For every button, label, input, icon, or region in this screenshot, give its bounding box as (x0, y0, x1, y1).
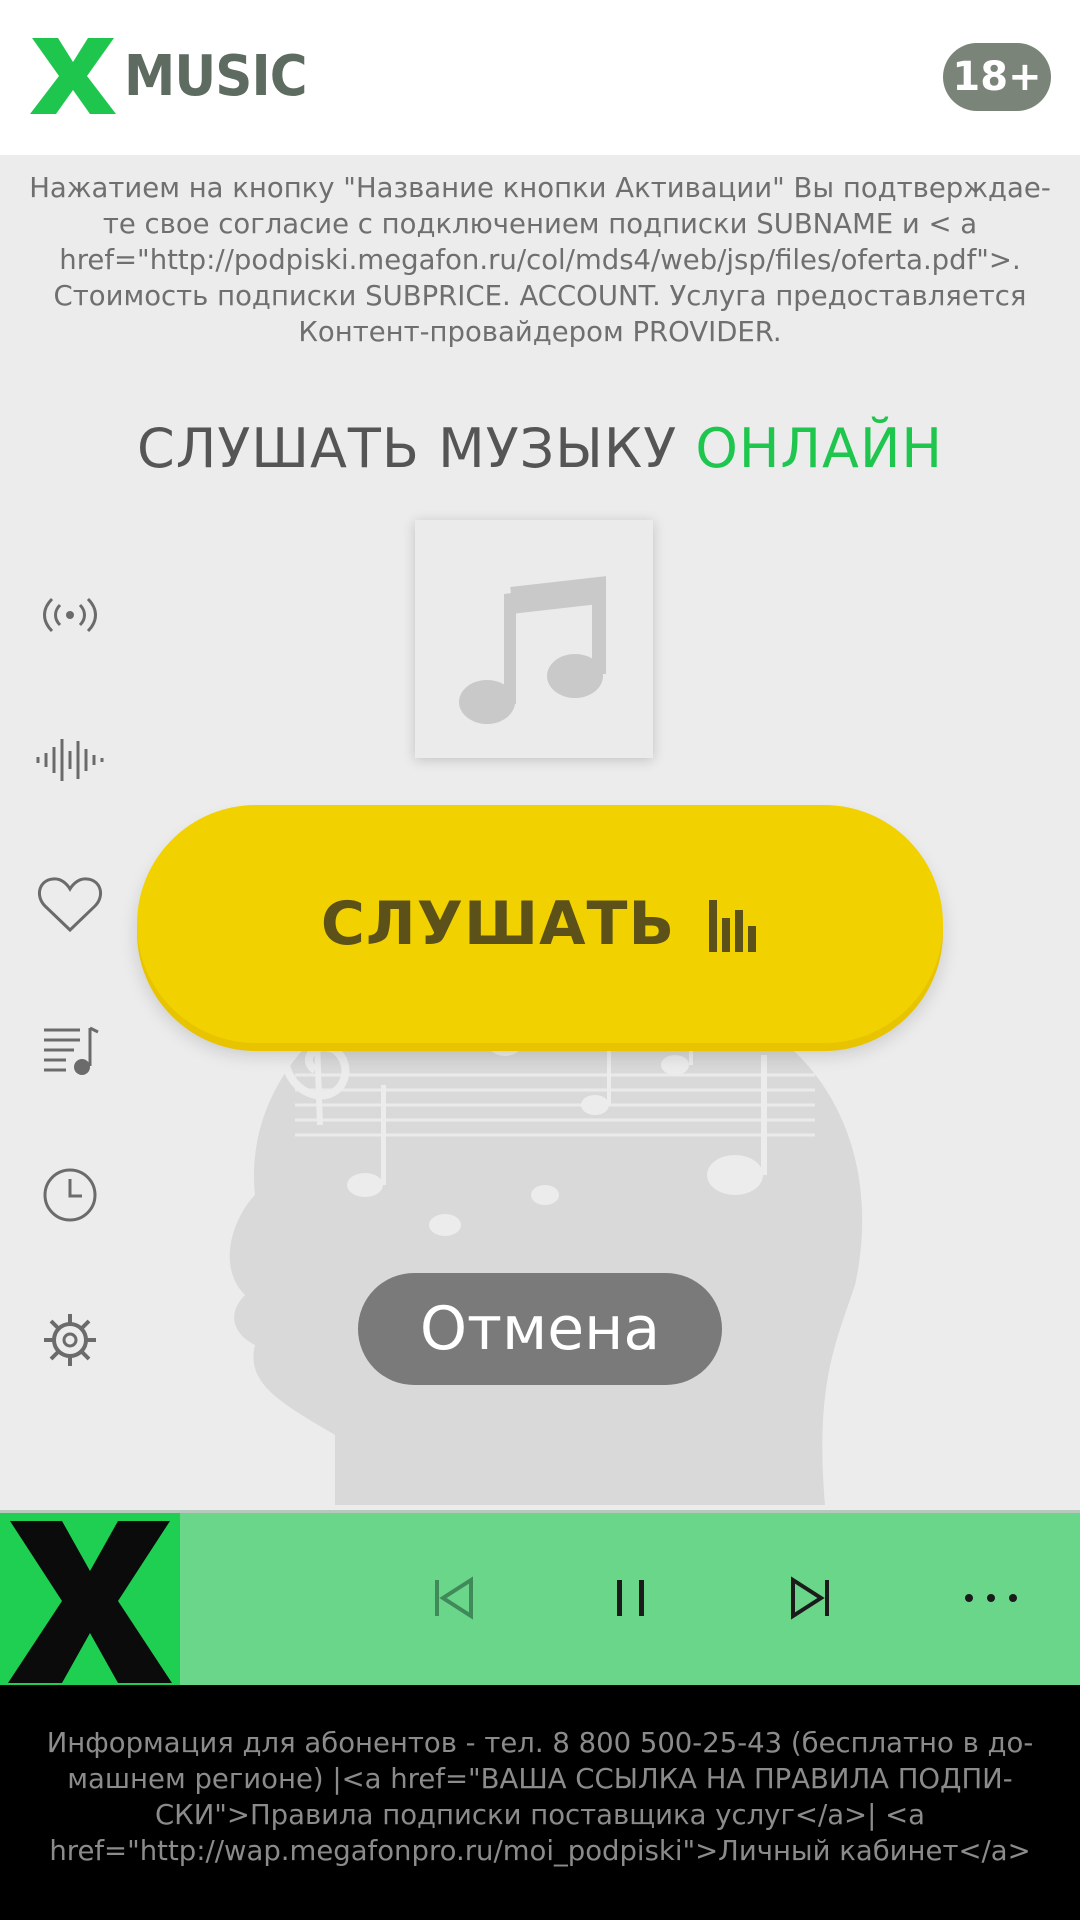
playlist-icon (44, 1026, 99, 1075)
previous-button[interactable] (418, 1563, 488, 1633)
heart-icon (37, 877, 103, 933)
pause-button[interactable] (596, 1563, 666, 1633)
more-icon (965, 1594, 1017, 1602)
album-cover (415, 520, 653, 758)
music-note-icon (459, 576, 606, 724)
mini-player (0, 1510, 1080, 1688)
more-button[interactable] (956, 1563, 1026, 1633)
gear-icon (44, 1314, 96, 1366)
page-heading: СЛУШАТЬ МУЗЫКУ ОНЛАЙН (0, 417, 1080, 480)
player-cover-art (0, 1513, 180, 1688)
subscription-offer-text: Нажатием на кнопку "Название кнопки Акти… (29, 172, 1051, 348)
music-head-illustration (229, 965, 863, 1505)
subscriber-info-text: Информация для абонентов - тел. 8 800 50… (46, 1727, 1034, 1867)
pause-icon (617, 1580, 644, 1616)
side-item-settings[interactable] (30, 1300, 110, 1380)
cancel-button[interactable]: Отмена (358, 1273, 722, 1385)
age-rating-badge: 18+ (943, 43, 1051, 111)
waveform-icon (36, 739, 104, 781)
logo-x-icon (30, 38, 116, 114)
equalizer-icon (709, 900, 757, 952)
side-item-broadcast[interactable] (30, 575, 110, 655)
side-item-playlist[interactable] (30, 1010, 110, 1090)
footer: Информация для абонентов - тел. 8 800 50… (0, 1685, 1080, 1920)
app-header: MUSIC 18+ (0, 0, 1080, 155)
listen-button[interactable]: СЛУШАТЬ (137, 805, 943, 1043)
listen-button-label: СЛУШАТЬ (320, 889, 676, 959)
side-item-history[interactable] (30, 1155, 110, 1235)
next-icon (791, 1576, 829, 1620)
main-content: Нажатием на кнопку "Название кнопки Акти… (0, 155, 1080, 1510)
previous-icon (435, 1576, 473, 1620)
side-item-waveform[interactable] (30, 720, 110, 800)
logo-text: MUSIC (124, 43, 308, 109)
broadcast-icon (43, 597, 97, 633)
app-logo[interactable]: MUSIC (28, 36, 322, 116)
cover-x-logo (8, 1521, 172, 1683)
side-item-favorites[interactable] (30, 865, 110, 945)
clock-icon (43, 1168, 97, 1222)
heading-accent: ОНЛАЙН (695, 417, 943, 480)
next-button[interactable] (776, 1563, 846, 1633)
heading-main: СЛУШАТЬ МУЗЫКУ (137, 417, 678, 480)
